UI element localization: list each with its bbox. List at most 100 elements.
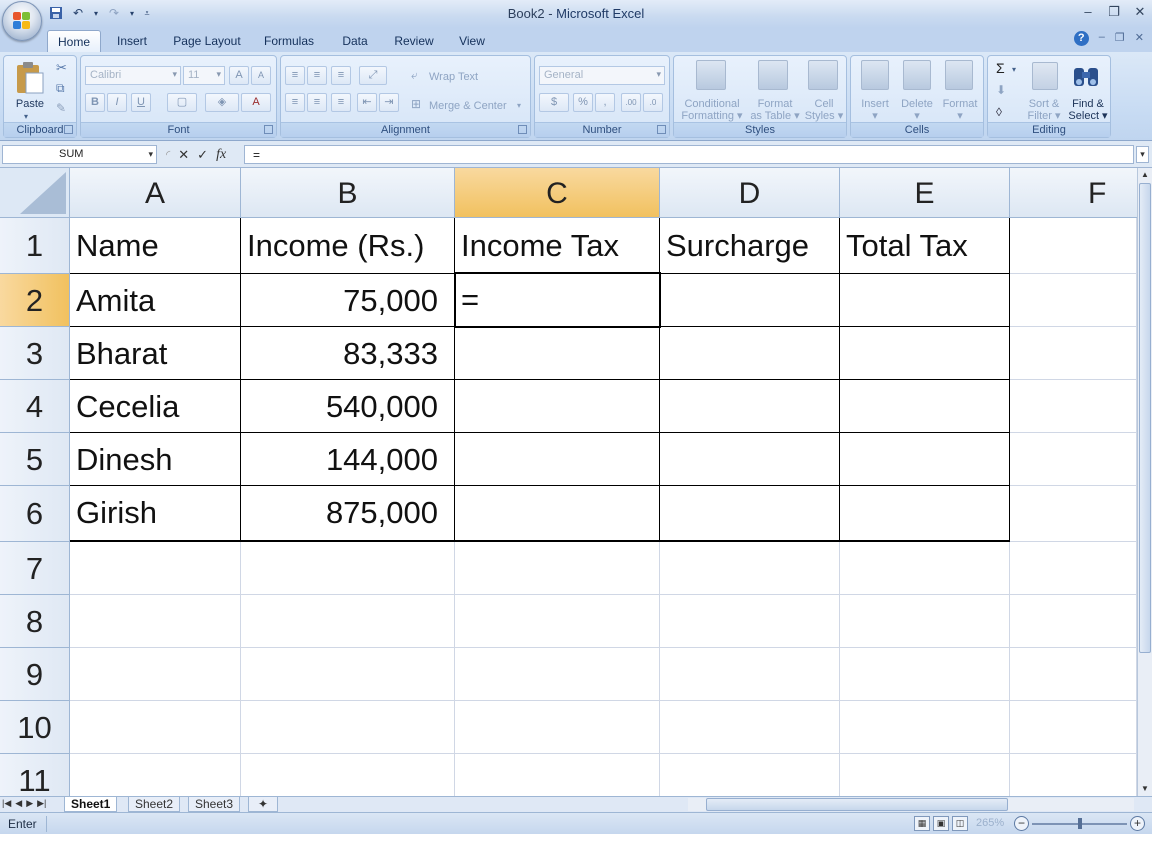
cell-b10[interactable] xyxy=(241,701,455,754)
zoom-out-icon[interactable]: − xyxy=(1014,816,1029,831)
decrease-decimal-icon[interactable]: .0 xyxy=(643,93,663,112)
cell-d6[interactable] xyxy=(660,486,840,542)
expand-formula-bar-icon[interactable]: ▾ xyxy=(1136,146,1149,163)
cell-b5[interactable]: 144,000 xyxy=(241,433,455,486)
cell-a2[interactable]: Amita xyxy=(70,273,241,327)
chevron-down-icon[interactable]: ▾ xyxy=(517,100,521,112)
row-header-9[interactable]: 9 xyxy=(0,648,70,701)
cell-c3[interactable] xyxy=(455,327,660,380)
scroll-up-icon[interactable]: ▲ xyxy=(1138,168,1152,182)
cell-a7[interactable] xyxy=(70,542,241,595)
row-header-8[interactable]: 8 xyxy=(0,595,70,648)
align-left-icon[interactable]: ≡ xyxy=(285,93,305,112)
last-sheet-icon[interactable]: ▶| xyxy=(37,798,46,809)
cell-d9[interactable] xyxy=(660,648,840,701)
cell-c6[interactable] xyxy=(455,486,660,542)
cell-a8[interactable] xyxy=(70,595,241,648)
horizontal-scroll-thumb[interactable] xyxy=(706,798,1008,811)
select-all-button[interactable] xyxy=(0,168,70,218)
format-painter-icon[interactable]: ✎ xyxy=(56,102,66,114)
cell-f8[interactable] xyxy=(1010,595,1137,648)
underline-button[interactable]: U xyxy=(131,93,151,112)
autosum-icon[interactable]: Σ xyxy=(996,61,1005,75)
align-bottom-icon[interactable]: ≡ xyxy=(331,66,351,85)
cell-d4[interactable] xyxy=(660,380,840,433)
merge-center-button[interactable]: Merge & Center xyxy=(429,100,507,112)
cell-a9[interactable] xyxy=(70,648,241,701)
office-button[interactable] xyxy=(2,1,42,41)
cell-f4[interactable] xyxy=(1010,380,1137,433)
cell-d11[interactable] xyxy=(660,754,840,796)
cell-e9[interactable] xyxy=(840,648,1010,701)
delete-cells-button[interactable]: Delete ▾ xyxy=(897,98,937,122)
decrease-indent-icon[interactable]: ⇤ xyxy=(357,93,377,112)
doc-restore-icon[interactable]: ❐ xyxy=(1115,31,1125,46)
shrink-font-button[interactable]: A xyxy=(251,66,271,85)
tab-home[interactable]: Home xyxy=(47,30,101,52)
tab-data[interactable]: Data xyxy=(333,30,377,52)
currency-button[interactable]: $ xyxy=(539,93,569,112)
chevron-down-icon[interactable]: ▾ xyxy=(1012,64,1016,76)
fill-icon[interactable]: ⬇ xyxy=(996,84,1006,96)
orientation-icon[interactable]: ⤢ xyxy=(359,66,387,85)
cell-d8[interactable] xyxy=(660,595,840,648)
font-color-button[interactable]: A xyxy=(241,93,271,112)
cell-b6[interactable]: 875,000 xyxy=(241,486,455,542)
sort-filter-button[interactable]: Sort & Filter ▾ xyxy=(1024,98,1064,122)
normal-view-icon[interactable]: ▦ xyxy=(914,816,930,831)
format-cells-button[interactable]: Format ▾ xyxy=(939,98,981,122)
cell-c10[interactable] xyxy=(455,701,660,754)
cell-c1[interactable]: Income Tax xyxy=(455,218,660,274)
cell-b2[interactable]: 75,000 xyxy=(241,273,455,327)
cell-b9[interactable] xyxy=(241,648,455,701)
format-as-table-button[interactable]: Format as Table ▾ xyxy=(748,98,802,122)
clear-icon[interactable]: ◊ xyxy=(996,106,1002,118)
column-header-c[interactable]: C xyxy=(455,168,660,218)
insert-cells-button[interactable]: Insert ▾ xyxy=(853,98,897,122)
doc-minimize-icon[interactable]: – xyxy=(1099,31,1105,46)
insert-function-icon[interactable]: fx xyxy=(216,147,226,163)
zoom-in-icon[interactable]: + xyxy=(1130,816,1145,831)
cell-c8[interactable] xyxy=(455,595,660,648)
bold-button[interactable]: B xyxy=(85,93,105,112)
sheet-tab-sheet1[interactable]: Sheet1 xyxy=(64,797,118,812)
enter-icon[interactable]: ✓ xyxy=(197,147,208,163)
sheet-tab-sheet3[interactable]: Sheet3 xyxy=(188,797,241,812)
row-header-2[interactable]: 2 xyxy=(0,274,70,327)
column-header-e[interactable]: E xyxy=(840,168,1010,218)
row-header-6[interactable]: 6 xyxy=(0,486,70,542)
increase-decimal-icon[interactable]: .00 xyxy=(621,93,641,112)
minimize-button[interactable]: – xyxy=(1080,4,1096,20)
alignment-launcher-icon[interactable] xyxy=(518,125,527,134)
cell-e1[interactable]: Total Tax xyxy=(840,218,1010,274)
row-header-1[interactable]: 1 xyxy=(0,218,70,274)
cell-a6[interactable]: Girish xyxy=(70,486,241,542)
function-dropdown-icon[interactable]: ◜ xyxy=(166,148,170,161)
row-header-3[interactable]: 3 xyxy=(0,327,70,380)
cell-d10[interactable] xyxy=(660,701,840,754)
page-break-view-icon[interactable]: ◫ xyxy=(952,816,968,831)
row-header-11[interactable]: 11 xyxy=(0,754,70,796)
cell-e4[interactable] xyxy=(840,380,1010,433)
cell-a1[interactable]: Name xyxy=(70,218,241,274)
font-name-combo[interactable]: Calibri ▾ xyxy=(85,66,181,85)
paste-button[interactable]: Paste xyxy=(10,98,50,110)
horizontal-scrollbar[interactable] xyxy=(688,798,1134,811)
restore-button[interactable]: ❐ xyxy=(1106,4,1122,20)
cell-e5[interactable] xyxy=(840,433,1010,486)
comma-button[interactable]: , xyxy=(595,93,615,112)
chevron-down-icon[interactable]: ▾ xyxy=(148,149,153,160)
column-header-a[interactable]: A xyxy=(70,168,241,218)
zoom-slider-thumb[interactable] xyxy=(1078,818,1082,829)
align-right-icon[interactable]: ≡ xyxy=(331,93,351,112)
insert-sheet-icon[interactable]: ✦ xyxy=(248,797,278,812)
cell-e7[interactable] xyxy=(840,542,1010,595)
cell-e8[interactable] xyxy=(840,595,1010,648)
wrap-text-button[interactable]: Wrap Text xyxy=(429,71,478,83)
cell-a3[interactable]: Bharat xyxy=(70,327,241,380)
cell-f5[interactable] xyxy=(1010,433,1137,486)
cell-c2[interactable]: = xyxy=(455,273,660,327)
cell-f1[interactable] xyxy=(1010,218,1137,274)
row-header-4[interactable]: 4 xyxy=(0,380,70,433)
tab-page-layout[interactable]: Page Layout xyxy=(168,30,246,52)
